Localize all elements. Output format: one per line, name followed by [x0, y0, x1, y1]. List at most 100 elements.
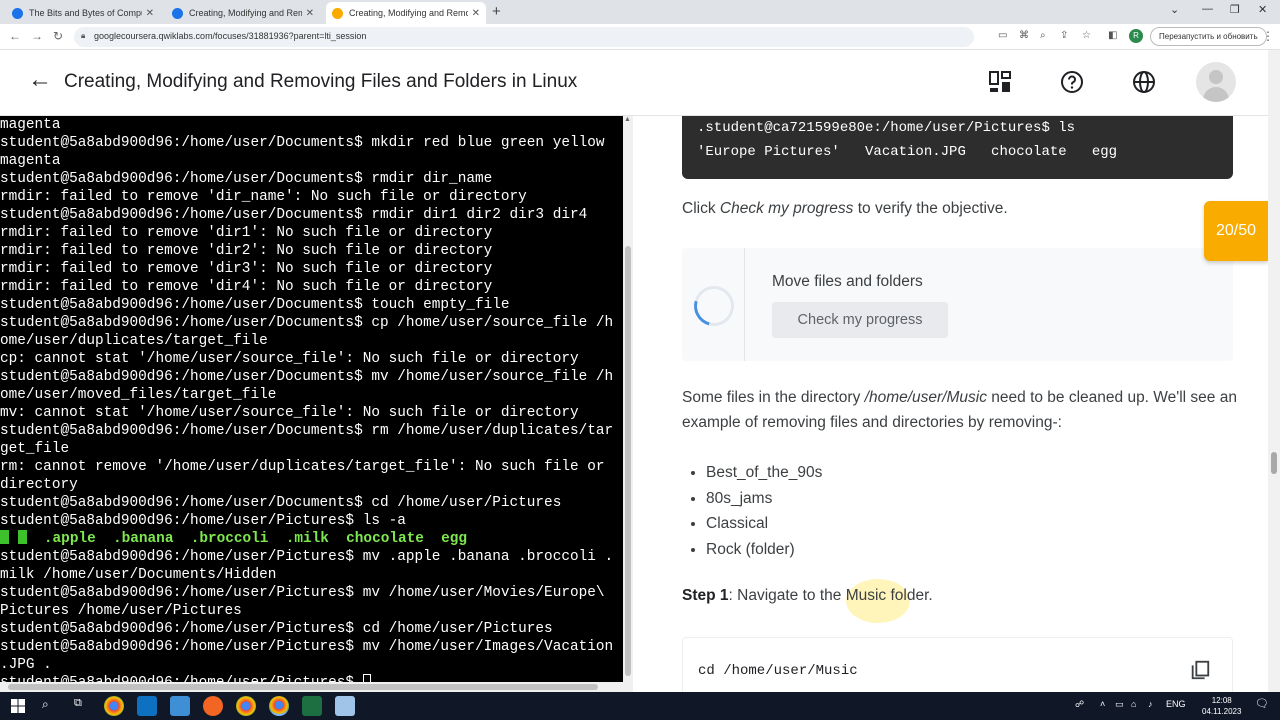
terminal-line: rmdir: failed to remove 'dir_name': No s… [0, 189, 527, 205]
browser-tab-2[interactable]: Creating, Modifying and Remov ✕ [166, 2, 320, 24]
browser-tab-strip: The Bits and Bytes of Computer ✕ Creatin… [0, 0, 1280, 24]
close-window-icon[interactable]: ✕ [1258, 3, 1267, 16]
ls-output-names: .apple .banana .broccoli .milk chocolate… [26, 531, 468, 547]
loading-spinner-icon [686, 278, 742, 334]
minimize-window-icon[interactable]: — [1202, 3, 1213, 15]
reload-icon[interactable]: ↻ [53, 29, 63, 43]
code-line: .student@ca721599e80e:/home/user/Picture… [697, 120, 1076, 136]
network-icon[interactable]: ⌂ [1131, 699, 1136, 709]
code-block-cd-music: cd /home/user/Music [682, 637, 1233, 692]
directory-block-icon [17, 530, 27, 544]
terminal-line: get_file [0, 441, 70, 457]
task-view-icon[interactable]: ⧉ [74, 697, 82, 710]
scrollbar-thumb[interactable] [625, 246, 631, 676]
excel-app-icon[interactable] [302, 696, 322, 716]
card-divider [744, 248, 745, 361]
terminal-line: student@5a8abd900d96:/home/user/Document… [0, 207, 588, 223]
back-arrow-icon[interactable]: ← [28, 66, 52, 94]
terminal-cursor [362, 674, 371, 682]
notifications-icon[interactable]: 🗨︎ [1255, 697, 1269, 710]
restore-window-icon[interactable]: ❐ [1230, 3, 1240, 16]
vscode-app-icon[interactable] [137, 696, 157, 716]
terminal-line: rmdir: failed to remove 'dir4': No such … [0, 279, 493, 295]
share-icon[interactable]: ⇪ [1060, 30, 1068, 41]
avatar-body-shape [1203, 87, 1229, 102]
terminal-line: student@5a8abd900d96:/home/user/Document… [0, 495, 562, 511]
terminal-line: student@5a8abd900d96:/home/user/Pictures… [0, 675, 363, 682]
chrome-app-icon[interactable] [236, 696, 256, 716]
terminal-line: mv: cannot stat '/home/user/source_file'… [0, 405, 579, 421]
browser-tab-1[interactable]: The Bits and Bytes of Computer ✕ [6, 2, 160, 24]
relaunch-update-button[interactable]: Перезапустить и обновить [1150, 27, 1267, 46]
scrollbar-thumb[interactable] [1271, 452, 1277, 474]
copy-icon[interactable] [1189, 659, 1211, 681]
chrome-app-icon-active[interactable] [269, 696, 289, 716]
back-nav-icon[interactable]: ← [9, 29, 21, 43]
step-label: Step 1 [682, 587, 729, 604]
close-tab-icon[interactable]: ✕ [472, 8, 480, 19]
check-my-progress-button[interactable]: Check my progress [772, 302, 948, 338]
terminal-line: ome/user/duplicates/target_file [0, 333, 268, 349]
search-icon[interactable]: ⌕ [42, 697, 49, 712]
cast-icon[interactable]: ▭ [998, 30, 1007, 41]
scroll-up-arrow-icon[interactable]: ▲ [624, 116, 631, 123]
page-vertical-scrollbar[interactable] [1268, 50, 1280, 692]
text-segment: Click [682, 200, 720, 217]
terminal-line: student@5a8abd900d96:/home/user/Document… [0, 423, 614, 439]
help-icon[interactable] [1060, 70, 1084, 94]
cleanup-paragraph: Some files in the directory /home/user/M… [682, 385, 1242, 435]
tab-title: Creating, Modifying and Remov [189, 8, 302, 18]
terminal-line: student@5a8abd900d96:/home/user/Pictures… [0, 639, 614, 655]
step-1-text: Step 1: Navigate to the Music folder. [682, 587, 933, 605]
code-block-ls-output: .student@ca721599e80e:/home/user/Picture… [682, 116, 1233, 179]
terminal-line: magenta [0, 117, 61, 133]
volume-icon[interactable]: ♪ [1148, 699, 1153, 709]
scrollbar-thumb[interactable] [8, 684, 598, 690]
tray-chevron-icon[interactable]: ˄ [1100, 699, 1105, 709]
terminal-vertical-scrollbar[interactable]: ▲ [623, 116, 633, 682]
terminal-pane[interactable]: magenta student@5a8abd900d96:/home/user/… [0, 116, 623, 682]
new-tab-icon[interactable]: + [492, 3, 501, 20]
translate-icon[interactable]: ⌘ [1019, 30, 1029, 41]
click-check-progress-text: Click Check my progress to verify the ob… [682, 196, 1242, 221]
taskbar-clock[interactable]: 12:08 04.11.2023 [1202, 695, 1241, 717]
people-icon[interactable]: ☍ [1075, 699, 1084, 710]
language-globe-icon[interactable] [1132, 70, 1156, 94]
list-item: Rock (folder) [706, 537, 822, 563]
progress-card-title: Move files and folders [772, 273, 923, 290]
battery-icon[interactable]: ▭ [1115, 699, 1124, 710]
app-icon[interactable] [335, 696, 355, 716]
side-panel-icon[interactable]: ◧ [1108, 30, 1117, 41]
terminal-line: .JPG . [0, 657, 52, 673]
language-indicator[interactable]: ENG [1166, 699, 1186, 709]
bookmark-star-icon[interactable]: ☆ [1082, 30, 1091, 41]
text-segment: Some files in the directory [682, 389, 865, 406]
lock-icon[interactable]: 🔒︎ [81, 31, 85, 41]
zoom-icon[interactable]: ⌕ [1040, 30, 1046, 41]
browser-menu-icon[interactable]: ⋮ [1262, 29, 1274, 43]
terminal-line: student@5a8abd900d96:/home/user/Document… [0, 315, 614, 331]
emphasis-text: /home/user/Music [864, 389, 987, 406]
chrome-app-icon[interactable] [104, 696, 124, 716]
close-tab-icon[interactable]: ✕ [306, 8, 314, 19]
app-icon[interactable] [170, 696, 190, 716]
tab-search-chevron-icon[interactable]: ⌄ [1170, 3, 1179, 16]
profile-avatar[interactable]: R [1129, 29, 1143, 43]
forward-nav-icon[interactable]: → [31, 29, 43, 43]
windows-start-icon[interactable] [8, 696, 28, 716]
address-bar[interactable]: 🔒︎ googlecoursera.qwiklabs.com/focuses/3… [74, 27, 974, 47]
close-tab-icon[interactable]: ✕ [146, 8, 154, 19]
terminal-horizontal-scrollbar[interactable] [0, 682, 633, 692]
dashboard-icon[interactable] [988, 70, 1012, 94]
terminal-line: rmdir: failed to remove 'dir3': No such … [0, 261, 493, 277]
instructions-pane: .student@ca721599e80e:/home/user/Picture… [633, 116, 1268, 692]
app-icon[interactable] [203, 696, 223, 716]
terminal-line: rmdir: failed to remove 'dir1': No such … [0, 225, 493, 241]
clock-time: 12:08 [1211, 696, 1232, 705]
coursera-favicon-icon [12, 7, 23, 19]
coursera-favicon-icon [172, 7, 183, 19]
browser-tab-3-active[interactable]: Creating, Modifying and Remov ✕ [326, 2, 486, 24]
qwiklabs-favicon-icon [332, 7, 343, 19]
list-item: Best_of_the_90s [706, 460, 822, 486]
user-avatar[interactable] [1196, 62, 1236, 102]
